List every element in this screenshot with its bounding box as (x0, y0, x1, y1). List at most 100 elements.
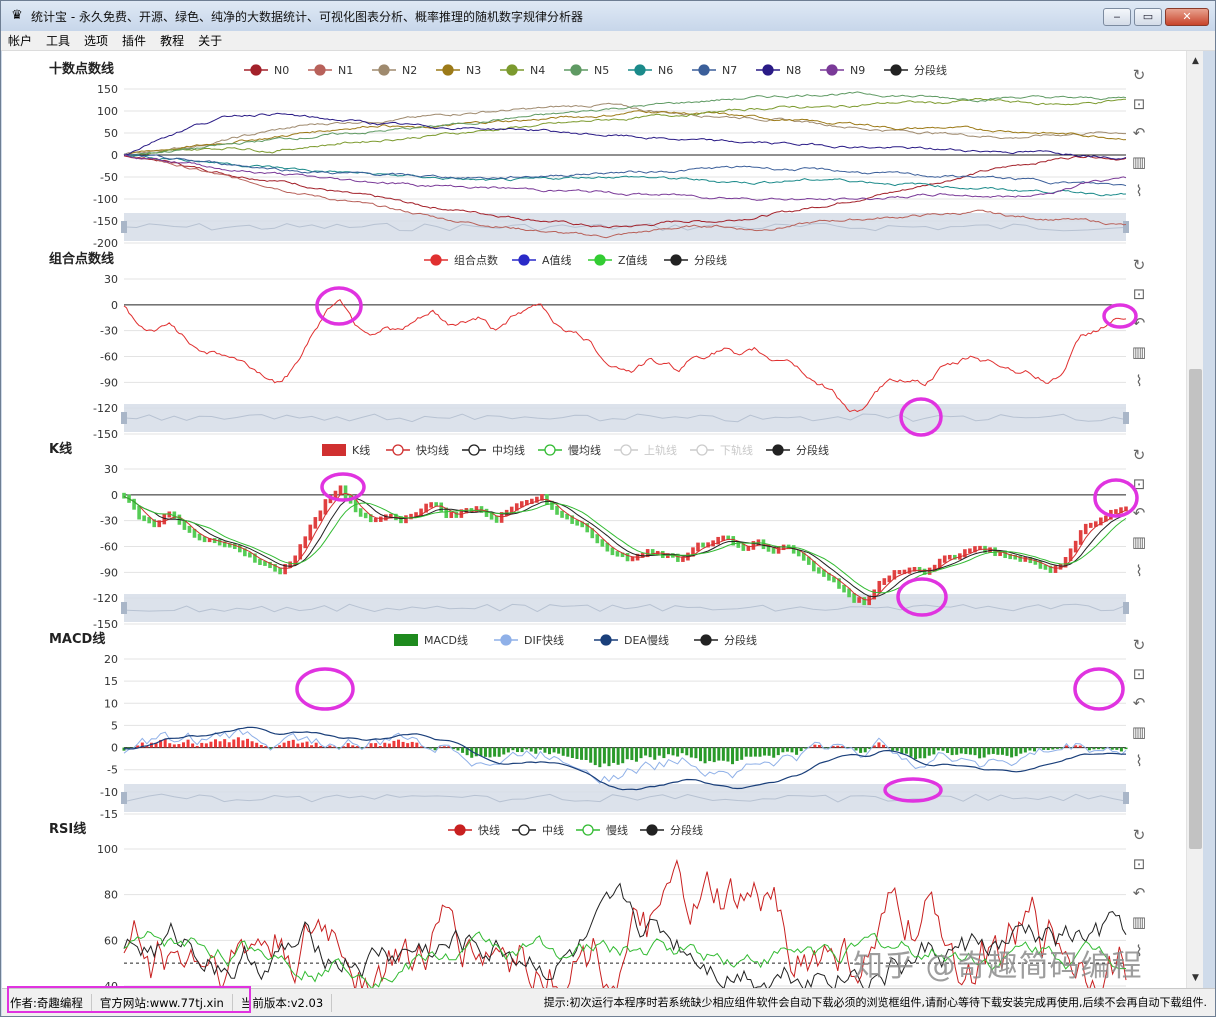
macd-bar (1000, 747, 1004, 755)
legend-label: 快均线 (416, 443, 449, 457)
maximize-button[interactable]: ▭ (1134, 8, 1162, 26)
legend-label: K线 (352, 443, 370, 457)
menu-about[interactable]: 关于 (191, 32, 229, 49)
k-candle (278, 567, 282, 575)
macd-bar (836, 745, 840, 748)
macd-bar (525, 747, 529, 750)
macd-bar (598, 747, 602, 768)
legend-label: 组合点数 (454, 253, 498, 267)
macd-bar (703, 747, 707, 764)
y-tick-label: -60 (100, 351, 118, 364)
legend-marker (698, 64, 710, 76)
app-window: ♛ 统计宝 - 永久免费、开源、绿色、纯净的大数据统计、可视化图表分析、概率推理… (0, 0, 1216, 1017)
chart-title: 组合点数线 (49, 251, 114, 267)
macd-bar (877, 742, 881, 748)
k-candle (378, 516, 383, 522)
menu-plugins[interactable]: 插件 (115, 32, 153, 49)
series-line-N5 (123, 91, 1127, 156)
macd-bar (744, 747, 748, 757)
line-chart-icon: ⌇ (1135, 372, 1142, 390)
legend-marker (620, 444, 632, 456)
y-tick-label: 30 (104, 273, 118, 286)
macd-bar (1046, 747, 1050, 751)
macd-bar (351, 745, 355, 748)
legend-marker (670, 254, 682, 266)
k-candle (625, 553, 630, 562)
bar-chart-icon: ▥ (1132, 723, 1146, 741)
menu-tutorial[interactable]: 教程 (153, 32, 191, 49)
legend-label: 快线 (478, 823, 500, 837)
zoom-handle-left (121, 221, 127, 233)
zoom-handle-right (1123, 792, 1129, 804)
app-logo-icon: ♛ (11, 8, 23, 23)
macd-bar (291, 739, 295, 748)
macd-bar (978, 747, 982, 759)
macd-bar (666, 747, 670, 755)
scroll-thumb[interactable] (1189, 369, 1202, 849)
legend-marker (646, 824, 658, 836)
y-tick-label: -200 (93, 237, 118, 250)
title-bar[interactable]: ♛ 统计宝 - 永久免费、开源、绿色、纯净的大数据统计、可视化图表分析、概率推理… (1, 1, 1215, 31)
chart-title: 十数点数线 (49, 61, 114, 77)
macd-bar (369, 743, 373, 748)
y-tick-label: -100 (93, 193, 118, 206)
macd-bar (1028, 747, 1032, 751)
macd-bar (172, 744, 176, 748)
legend-label: N1 (338, 64, 353, 77)
close-button[interactable]: ✕ (1165, 8, 1209, 26)
chart-title: K线 (49, 441, 72, 457)
macd-bar (1042, 747, 1046, 750)
macd-bar (680, 747, 684, 754)
macd-bar (982, 747, 986, 758)
macd-bar (177, 744, 181, 748)
macd-bar (548, 747, 552, 755)
macd-bar (433, 747, 437, 751)
macd-bar (374, 743, 378, 748)
menu-account[interactable]: 帐户 (1, 32, 39, 49)
legend-label: Z值线 (618, 253, 648, 267)
macd-bar (511, 747, 515, 751)
macd-bar (955, 747, 959, 755)
k-candle (404, 515, 408, 524)
macd-bar (735, 747, 739, 761)
k-candle (122, 492, 126, 499)
macd-bar (914, 747, 918, 760)
macd-bar (456, 747, 460, 751)
line-chart-icon: ⌇ (1135, 182, 1142, 200)
y-tick-label: -60 (100, 541, 118, 554)
k-candle (882, 578, 887, 585)
window-title: 统计宝 - 永久免费、开源、绿色、纯净的大数据统计、可视化图表分析、概率推理的随… (31, 9, 583, 24)
menu-tools[interactable]: 工具 (39, 32, 77, 49)
macd-bar (772, 747, 776, 758)
macd-bar (859, 747, 863, 753)
k-candle (484, 508, 489, 517)
legend-marker (544, 444, 556, 456)
dif-line (123, 728, 1127, 784)
legend-label: N3 (466, 64, 481, 77)
macd-bar (685, 747, 689, 756)
macd-bar (195, 745, 199, 748)
k-candle (258, 558, 262, 565)
k-candle (318, 510, 323, 522)
scroll-down-icon[interactable]: ▼ (1187, 970, 1204, 986)
highlight-circle (1102, 303, 1138, 329)
watermark: 知乎 @奇趣简码编程 (853, 949, 1143, 984)
macd-bar (708, 747, 712, 762)
minimize-button[interactable]: ‒ (1103, 8, 1131, 26)
macd-bar (488, 747, 492, 758)
legend-marker (700, 634, 712, 646)
k-candle (907, 567, 912, 574)
menu-options[interactable]: 选项 (77, 32, 115, 49)
macd-bar (1087, 747, 1091, 751)
legend-marker (442, 64, 454, 76)
y-tick-label: -10 (100, 786, 118, 799)
legend-label: N8 (786, 64, 801, 77)
macd-bar (648, 747, 652, 758)
scroll-up-icon[interactable]: ▲ (1187, 53, 1204, 69)
k-candle (852, 593, 856, 603)
vertical-scrollbar[interactable]: ▲ ▼ (1186, 51, 1203, 988)
macd-bar (863, 747, 867, 753)
k-candle (343, 485, 348, 499)
y-tick-label: -50 (100, 171, 118, 184)
legend-label: 上轨线 (644, 443, 677, 457)
